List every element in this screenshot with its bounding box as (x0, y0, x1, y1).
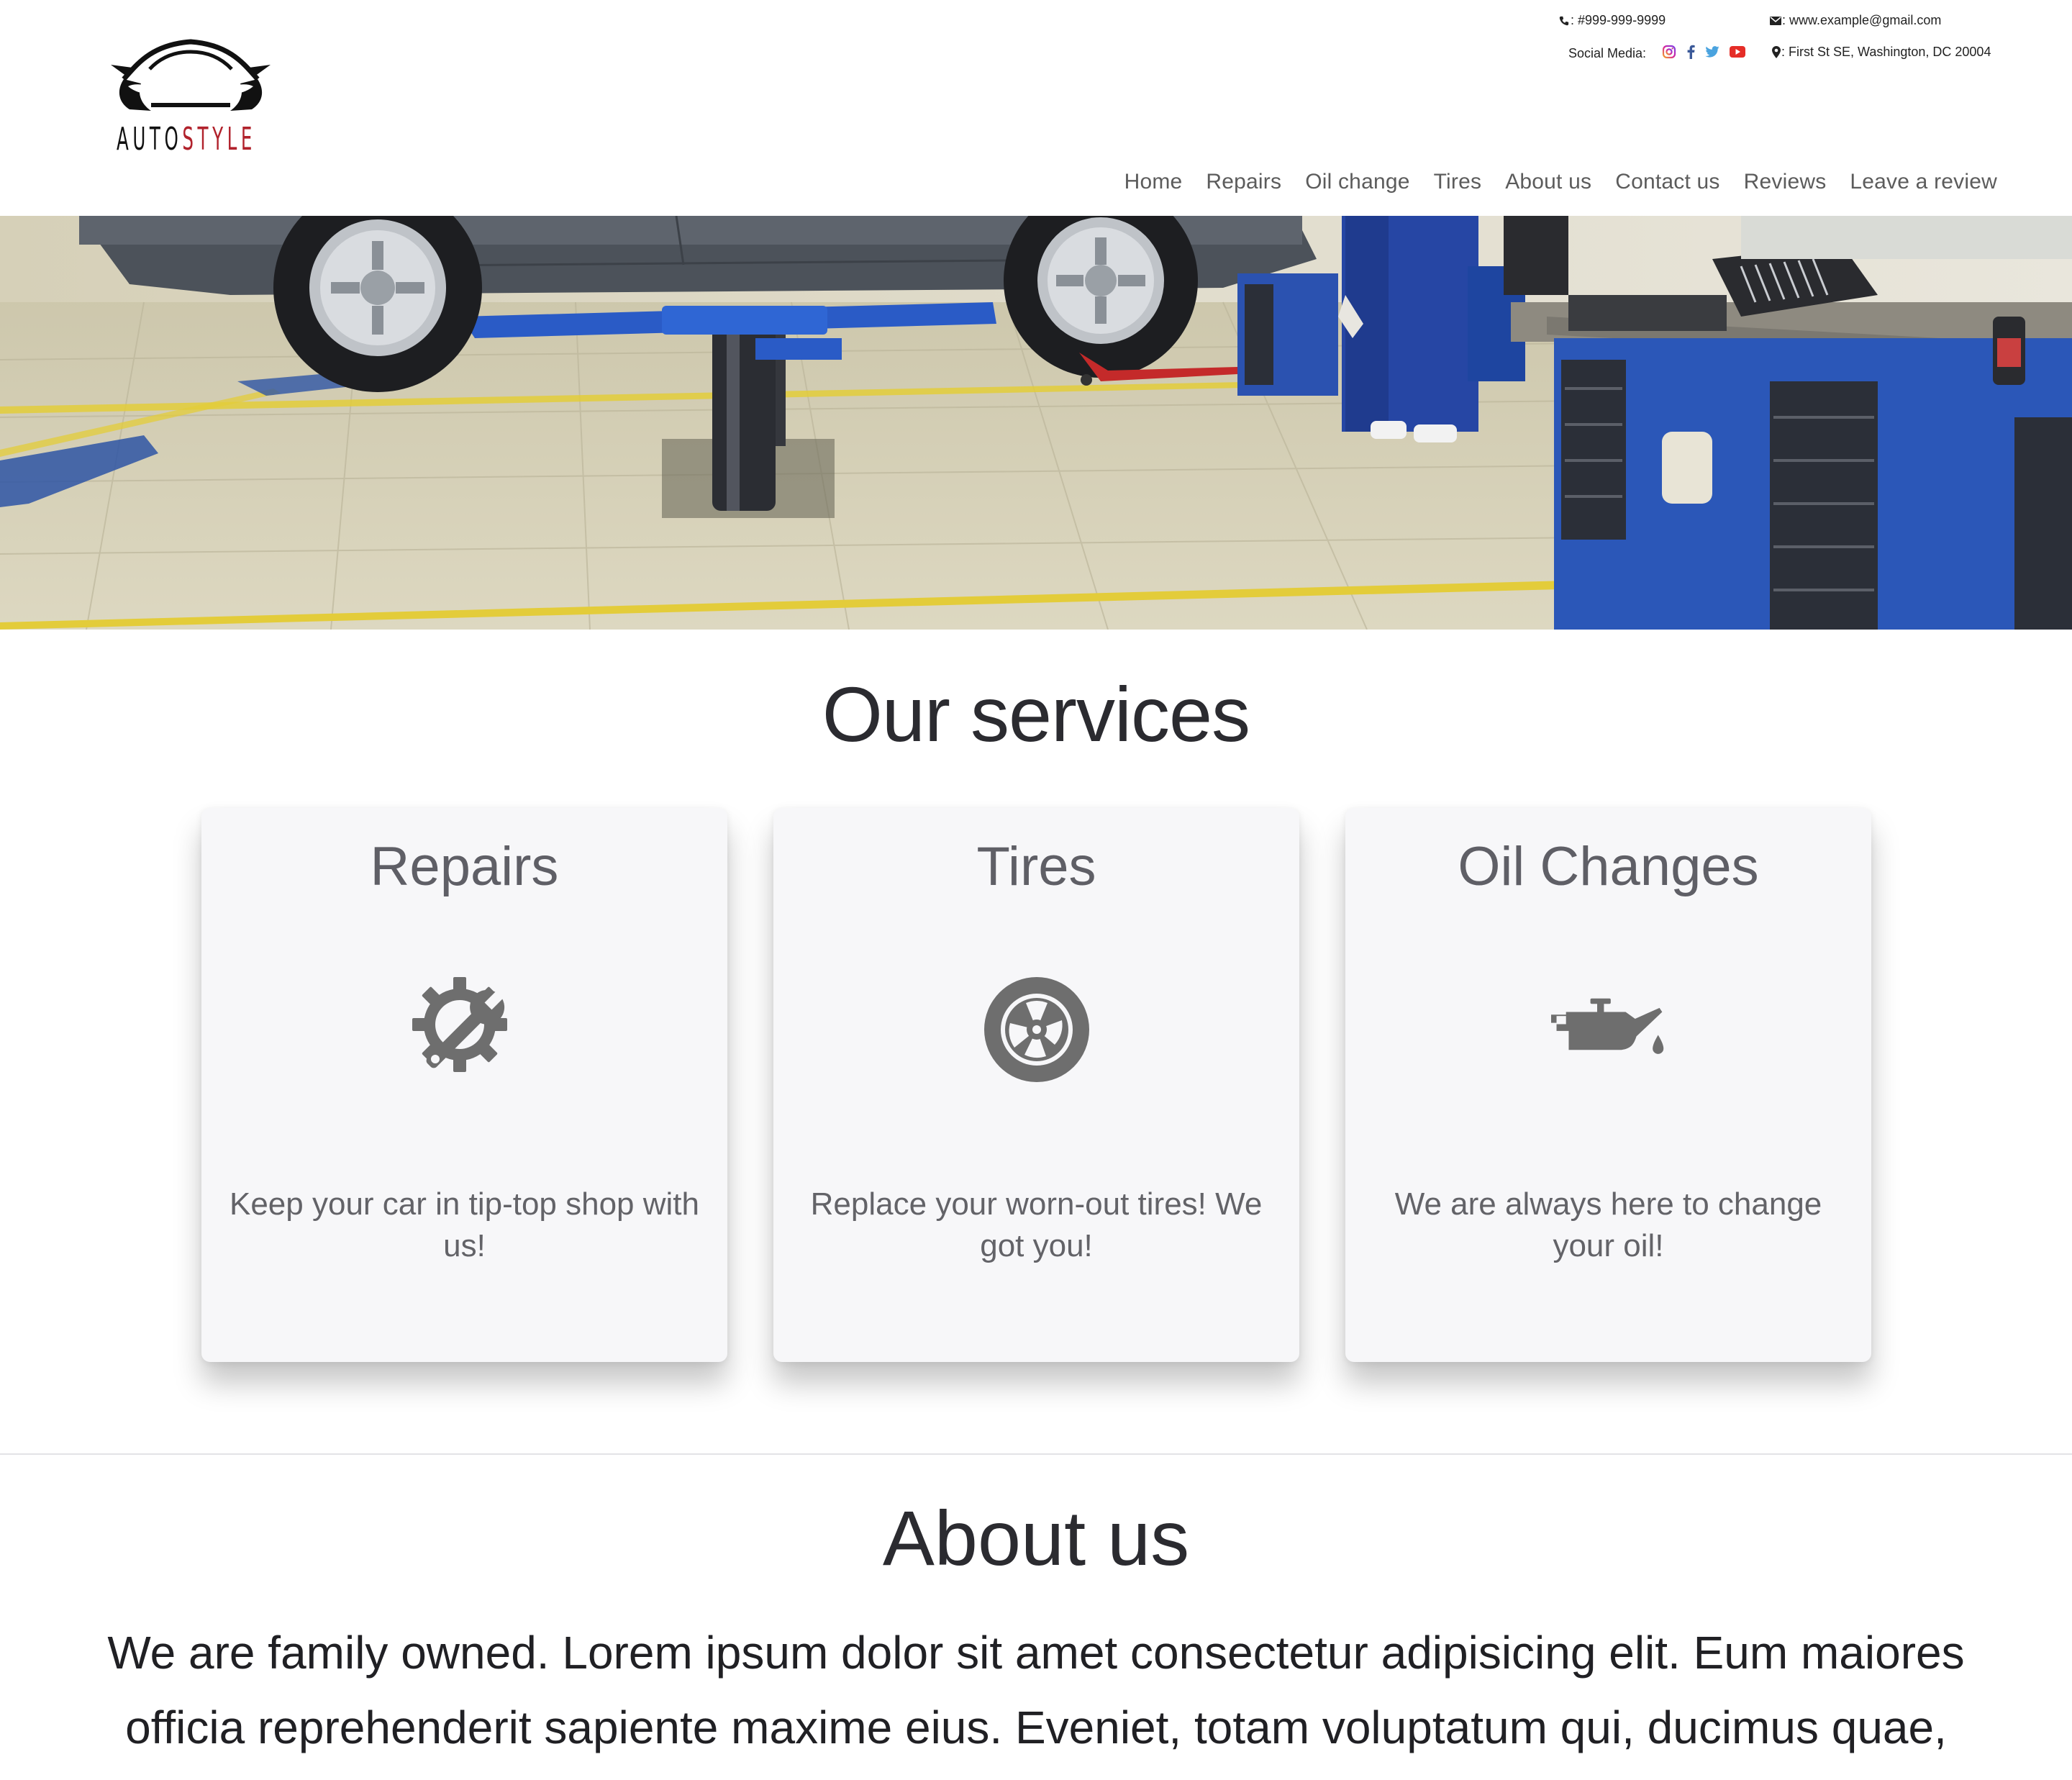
car-logo-icon (111, 39, 271, 111)
gear-wrench-icon (407, 972, 522, 1087)
service-card-repairs[interactable]: Repairs Keep your car in tip-top shop wi… (201, 808, 727, 1362)
instagram-icon[interactable] (1662, 45, 1676, 63)
section-divider (0, 1453, 2072, 1455)
main-nav: Home Repairs Oil change Tires About us C… (1124, 170, 1997, 194)
phone-number[interactable]: : #999-999-9999 (1571, 13, 1666, 28)
about-text: We are family owned. Lorem ipsum dolor s… (107, 1627, 1965, 1753)
about-title: About us (882, 1494, 1190, 1581)
card-title: Repairs (370, 836, 559, 897)
nav-oil-change[interactable]: Oil change (1305, 170, 1409, 194)
social-media: Social Media: (1568, 45, 1746, 63)
nav-tires[interactable]: Tires (1434, 170, 1482, 194)
youtube-icon[interactable] (1730, 46, 1746, 61)
email-contact: : www.example@gmail.com (1769, 13, 1941, 28)
service-card-oil-changes[interactable]: Oil Changes We are always here to change… (1345, 808, 1871, 1362)
card-title: Oil Changes (1458, 836, 1759, 897)
site-header: AUTOSTYLE : #999-999-9999 : www.example@… (0, 0, 2072, 216)
nav-leave-a-review[interactable]: Leave a review (1850, 170, 1997, 194)
card-description: We are always here to change your oil! (1394, 1186, 1822, 1263)
nav-repairs[interactable]: Repairs (1206, 170, 1281, 194)
envelope-icon (1769, 14, 1782, 27)
facebook-icon[interactable] (1686, 45, 1695, 63)
card-title: Tires (976, 836, 1096, 897)
hero-banner (0, 216, 2072, 630)
address-text[interactable]: : First St SE, Washington, DC 20004 (1781, 45, 1991, 60)
phone-contact: : #999-999-9999 (1558, 13, 1666, 28)
email-address[interactable]: : www.example@gmail.com (1782, 13, 1941, 28)
nav-home[interactable]: Home (1124, 170, 1183, 194)
service-card-tires[interactable]: Tires Replace your worn-out tires! We go… (773, 808, 1299, 1362)
garage-photo (0, 216, 2072, 630)
nav-about-us[interactable]: About us (1505, 170, 1591, 194)
logo-text: AUTOSTYLE (117, 121, 256, 158)
tire-icon (979, 972, 1094, 1087)
logo-text-style: STYLE (182, 121, 257, 158)
services-title: Our services (822, 671, 1250, 758)
phone-icon (1558, 14, 1571, 27)
twitter-icon[interactable] (1705, 46, 1719, 61)
card-description: Replace your worn-out tires! We got you! (810, 1186, 1263, 1263)
oil-can-icon (1550, 972, 1666, 1087)
social-media-label: Social Media: (1568, 46, 1647, 60)
address-contact: : First St SE, Washington, DC 20004 (1770, 45, 1991, 60)
services-cards: Repairs Keep your car in tip-top shop wi… (201, 808, 1871, 1362)
nav-contact-us[interactable]: Contact us (1615, 170, 1719, 194)
card-description: Keep your car in tip-top shop with us! (229, 1186, 700, 1263)
logo-text-auto: AUTO (117, 121, 183, 158)
nav-reviews[interactable]: Reviews (1744, 170, 1827, 194)
logo[interactable]: AUTOSTYLE (108, 36, 273, 158)
